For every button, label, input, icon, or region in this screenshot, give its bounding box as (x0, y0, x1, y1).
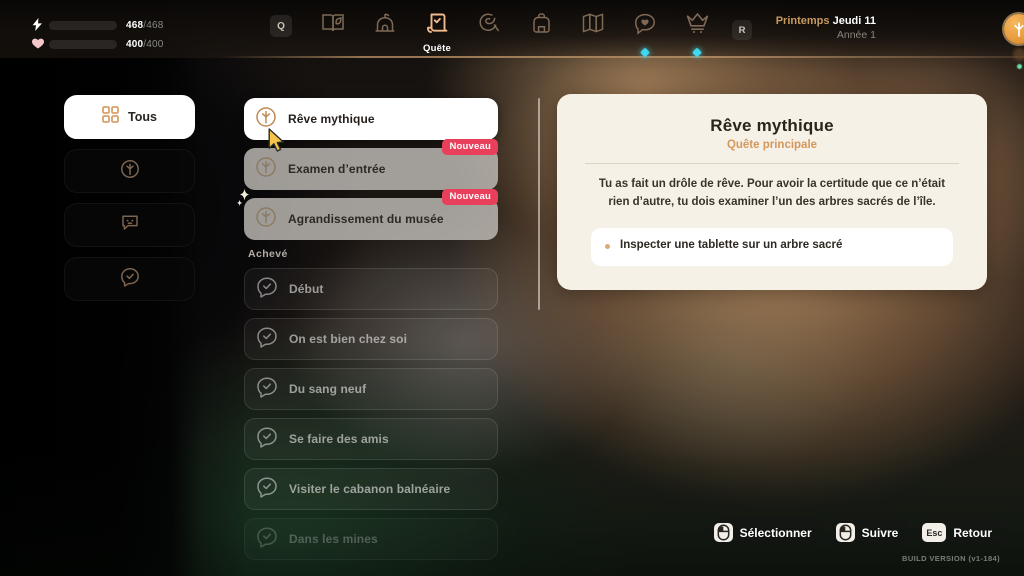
season-label: Printemps (775, 15, 830, 27)
energy-value: 468/468 (126, 20, 164, 31)
nav-item-quest-label: Quête (423, 43, 451, 54)
quest-item-label: Rêve mythique (288, 112, 375, 126)
plant-icon (120, 159, 140, 184)
control-hints: Sélectionner Suivre Esc Retour (708, 519, 1002, 546)
heart-icon (30, 38, 45, 51)
health-value: 400/400 (126, 39, 164, 50)
plant-quest-icon (255, 156, 277, 183)
player-stats: 468/468 400/400 (30, 18, 164, 56)
bullet-icon (605, 243, 610, 249)
mouse-cursor (268, 128, 287, 158)
health-stat: 400/400 (30, 37, 164, 52)
build-version-label: BUILD VERSION (v1-184) (902, 554, 1000, 563)
hint-back[interactable]: Esc Retour (917, 519, 1002, 546)
quest-detail-description: Tu as fait un drôle de rêve. Pour avoir … (598, 178, 946, 208)
crown-icon (685, 12, 710, 39)
dialogue-face-icon (120, 213, 140, 237)
key-q-label: Q (270, 15, 292, 37)
hint-select-label: Sélectionner (739, 525, 812, 540)
check-bubble-icon (256, 376, 278, 403)
quest-item-completed[interactable]: Du sang neuf (244, 368, 498, 410)
lightning-icon (30, 18, 45, 33)
divider (585, 163, 959, 164)
day-label: Jeudi 11 (832, 15, 876, 27)
quest-item-label: On est bien chez soi (289, 332, 408, 346)
quest-item-completed[interactable]: Début (244, 268, 498, 310)
filter-all-label: Tous (128, 110, 157, 124)
hint-follow-label: Suivre (861, 525, 899, 540)
check-bubble-icon (256, 526, 278, 553)
plant-quest-icon (255, 206, 277, 233)
hint-follow[interactable]: Suivre (830, 519, 909, 546)
nav-item-inventory[interactable] (515, 9, 567, 53)
date-line-1: Printemps Jeudi 11 (776, 15, 876, 29)
quest-list-scrollbar[interactable] (538, 98, 540, 310)
town-hall-icon (373, 12, 397, 39)
hint-select[interactable]: Sélectionner (708, 519, 822, 546)
quest-item-completed[interactable]: Visiter le cabanon balnéaire (244, 468, 498, 510)
nav-key-hint-q: Q (255, 9, 307, 53)
hint-back-label: Retour (953, 525, 992, 540)
filter-all[interactable]: Tous (64, 95, 195, 139)
energy-bar-track (49, 21, 117, 30)
health-bar-track (49, 40, 117, 49)
relationship-heart-icon (633, 12, 657, 40)
quest-detail-panel: Rêve mythique Quête principale Tu as fai… (557, 94, 987, 290)
nav-item-town-hall[interactable] (359, 9, 411, 53)
quest-item-label: Visiter le cabanon balnéaire (289, 482, 451, 496)
quest-item-label: Se faire des amis (289, 432, 389, 446)
coin-shadow (1013, 48, 1024, 61)
quest-scroll-icon (425, 12, 449, 41)
quest-list[interactable]: Rêve mythique Nouveau Examen d’entrée No… (237, 98, 498, 560)
quest-item-label: Début (289, 282, 324, 296)
main-navigation: Q Quête (255, 9, 723, 58)
check-bubble-icon (256, 276, 278, 303)
badge-new: Nouveau (442, 189, 498, 205)
year-label: Année 1 (836, 28, 876, 41)
crafting-icon (477, 12, 501, 40)
header-underline (220, 56, 1024, 58)
quest-item-completed[interactable]: On est bien chez soi (244, 318, 498, 360)
mouse-left-icon (713, 523, 733, 542)
quest-detail-title: Rêve mythique (710, 116, 834, 135)
badge-new: Nouveau (442, 139, 498, 155)
quest-item-label: Agrandissement du musée (288, 212, 444, 226)
grid-icon (102, 106, 119, 128)
quest-detail-subtitle: Quête principale (726, 139, 818, 151)
nav-item-ranking[interactable] (671, 9, 723, 58)
check-bubble-icon (256, 476, 278, 503)
quest-item[interactable]: Nouveau Agrandissement du musée (237, 188, 498, 240)
quest-item-completed[interactable]: Dans les mines (244, 518, 498, 560)
nav-item-map[interactable] (567, 9, 619, 53)
map-icon (581, 12, 605, 39)
quest-item-label: Examen d’entrée (288, 162, 386, 176)
quest-item-label: Du sang neuf (289, 382, 367, 396)
esc-key-icon: Esc (922, 523, 947, 542)
nav-item-relationships[interactable] (619, 9, 671, 58)
quest-objective-label: Inspecter une tablette sur un arbre sacr… (620, 239, 843, 252)
quest-objective[interactable]: Inspecter une tablette sur un arbre sacr… (591, 227, 953, 266)
coin-sparkle (1017, 64, 1022, 69)
nav-item-quest[interactable]: Quête (411, 9, 463, 54)
filter-dialogue-quests[interactable] (64, 203, 195, 247)
quest-item-completed[interactable]: Se faire des amis (244, 418, 498, 460)
quest-item-label: Dans les mines (289, 532, 378, 546)
star-icon (235, 188, 254, 212)
mouse-left-icon (835, 523, 855, 542)
nav-item-journal[interactable] (307, 9, 359, 53)
nav-item-crafting[interactable] (463, 9, 515, 53)
journal-icon (321, 12, 345, 39)
filter-main-quests[interactable] (64, 149, 195, 193)
key-r-label: R (732, 20, 752, 40)
check-bubble-icon (256, 426, 278, 453)
section-header-completed: Achevé (248, 248, 288, 260)
quest-filter-rail: Tous (64, 95, 195, 311)
energy-stat: 468/468 (30, 18, 164, 33)
filter-completed-quests[interactable] (64, 257, 195, 301)
backpack-icon (530, 12, 553, 40)
check-bubble-icon (256, 326, 278, 353)
check-bubble-icon (120, 267, 140, 292)
date-display: Printemps Jeudi 11 Année 1 (776, 15, 876, 42)
